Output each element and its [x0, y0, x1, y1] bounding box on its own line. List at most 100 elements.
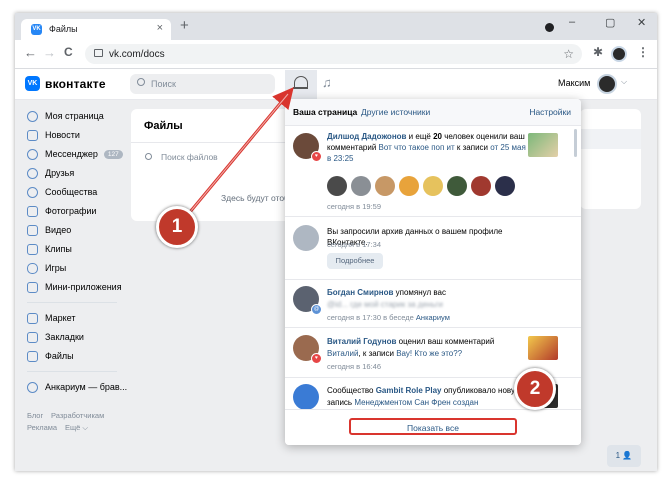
- browser-profile-avatar[interactable]: [611, 46, 627, 62]
- sidebar-item-label: Друзья: [45, 168, 75, 178]
- extensions-icon[interactable]: ✱: [593, 45, 603, 59]
- comment-link[interactable]: Вот что такое поп ит: [379, 143, 455, 152]
- notification-text: оценил ваш комментарий: [396, 337, 495, 346]
- sidebar-item-photos[interactable]: Фотографии: [27, 204, 96, 218]
- address-bar[interactable]: vk.com/docs ☆: [85, 44, 582, 64]
- notification-text: , к записи: [358, 349, 397, 358]
- liker-avatar[interactable]: [399, 176, 419, 196]
- footer-developers-link[interactable]: Разработчикам: [51, 411, 104, 420]
- shopping-bag-icon: [27, 312, 38, 324]
- reply-link[interactable]: Виталий: [327, 349, 358, 358]
- sidebar-item-label: Файлы: [45, 351, 74, 361]
- file-icon: [27, 350, 38, 362]
- post-link[interactable]: Менеджментом Сан Френ создан: [354, 398, 478, 407]
- chevron-down-icon[interactable]: ⌵: [621, 77, 627, 87]
- music-icon[interactable]: ♫: [322, 75, 332, 90]
- notification-author[interactable]: Богдан Смирнов: [327, 288, 393, 297]
- post-thumbnail[interactable]: [528, 133, 558, 157]
- sidebar-item-friends[interactable]: Друзья: [27, 166, 74, 180]
- notifications-button[interactable]: [285, 70, 317, 99]
- sidebar-item-communities[interactable]: Сообщества: [27, 185, 97, 199]
- notification-text: опубликовало новую: [441, 386, 521, 395]
- liker-avatar[interactable]: [423, 176, 443, 196]
- tab-bar: VK Файлы × + – ▢ ✕: [15, 13, 657, 40]
- filter-tab[interactable]: [580, 129, 641, 149]
- back-button[interactable]: ←: [24, 45, 37, 60]
- docs-search-input[interactable]: Поиск файлов: [161, 152, 218, 162]
- popup-scrollbar[interactable]: [574, 129, 577, 157]
- sidebar-item-news[interactable]: Новости: [27, 128, 80, 142]
- notification-author[interactable]: Виталий Годунов: [327, 337, 396, 346]
- tab-files[interactable]: VK Файлы ×: [21, 19, 171, 40]
- show-all-button[interactable]: Показать все: [349, 418, 517, 435]
- close-window-button[interactable]: ✕: [637, 16, 646, 29]
- tab-other-sources[interactable]: Другие источники: [361, 107, 430, 117]
- profile-dot-icon[interactable]: [545, 23, 554, 32]
- post-thumbnail[interactable]: [528, 336, 558, 360]
- notification-divider: [285, 216, 581, 217]
- details-button[interactable]: Подробнее: [327, 253, 383, 269]
- minimize-button[interactable]: –: [569, 16, 575, 28]
- friends-icon: [27, 167, 38, 179]
- reload-button[interactable]: C: [64, 45, 73, 59]
- new-tab-button[interactable]: +: [180, 17, 189, 34]
- annotation-marker-2: 2: [514, 368, 556, 410]
- sidebar-item-community-ankarium[interactable]: Анкариум — брав...: [27, 380, 127, 394]
- chat-button[interactable]: 1 👤: [607, 445, 641, 467]
- vk-site-name[interactable]: вконтакте: [45, 77, 106, 91]
- group-icon: [27, 381, 38, 393]
- maximize-button[interactable]: ▢: [605, 16, 615, 29]
- liker-avatar[interactable]: [447, 176, 467, 196]
- lock-icon: [94, 49, 103, 57]
- tab-your-page[interactable]: Ваша страница: [293, 107, 357, 117]
- apps-grid-icon: [27, 281, 38, 293]
- notification-divider: [285, 327, 581, 328]
- settings-link[interactable]: Настройки: [529, 107, 571, 117]
- liker-avatar[interactable]: [351, 176, 371, 196]
- vk-search-input[interactable]: Поиск: [130, 74, 275, 94]
- address-toolbar: ← → C vk.com/docs ☆ ✱ ⋮: [15, 40, 657, 69]
- liker-avatar[interactable]: [471, 176, 491, 196]
- sidebar-item-clips[interactable]: Клипы: [27, 242, 72, 256]
- post-link[interactable]: Вау! Кто же это??: [396, 349, 462, 358]
- sidebar-item-label: Сообщества: [45, 187, 98, 197]
- sidebar-item-video[interactable]: Видео: [27, 223, 71, 237]
- browser-menu-icon[interactable]: ⋮: [637, 45, 649, 59]
- forward-button[interactable]: →: [43, 45, 56, 60]
- mention-quote: @id... где мой старик за деньги: [327, 300, 443, 309]
- community-link[interactable]: Gambit Role Play: [376, 386, 442, 395]
- docs-title: Файлы: [144, 120, 183, 132]
- sidebar-item-label: Новости: [45, 130, 80, 140]
- sidebar-item-bookmarks[interactable]: Закладки: [27, 330, 84, 344]
- tab-title: Файлы: [49, 24, 78, 34]
- sidebar-item-market[interactable]: Маркет: [27, 311, 75, 325]
- sidebar-item-mini-apps[interactable]: Мини-приложения: [27, 280, 122, 294]
- sidebar-item-label: Фотографии: [45, 206, 97, 216]
- liker-avatar[interactable]: [495, 176, 515, 196]
- sidebar-item-games[interactable]: Игры: [27, 261, 66, 275]
- user-name[interactable]: Максим: [558, 78, 590, 88]
- sidebar-divider: [27, 371, 117, 372]
- notification-text: и ещё: [406, 132, 434, 141]
- chat-link[interactable]: Анкариум: [416, 313, 450, 322]
- notification-author[interactable]: Дилшод Дадожонов: [327, 132, 406, 141]
- footer-more-link[interactable]: Ещё ⌵: [65, 423, 88, 433]
- likes-count: 20: [433, 132, 442, 141]
- sidebar-item-files[interactable]: Файлы: [27, 349, 74, 363]
- browser-window: VK Файлы × + – ▢ ✕ ← → C vk.com/docs ☆ ✱…: [15, 13, 657, 471]
- footer-blog-link[interactable]: Блог: [27, 411, 43, 420]
- notification-text: упомянул вас: [393, 288, 446, 297]
- user-avatar[interactable]: [597, 74, 617, 94]
- sidebar-item-messenger[interactable]: Мессенджер 127: [27, 147, 123, 161]
- liker-avatar[interactable]: [327, 176, 347, 196]
- gamepad-icon: [27, 262, 38, 274]
- footer-ads-link[interactable]: Реклама: [27, 423, 57, 432]
- tab-close-icon[interactable]: ×: [157, 22, 163, 34]
- sidebar-item-my-page[interactable]: Моя страница: [27, 109, 104, 123]
- vk-logo-icon[interactable]: VK: [25, 76, 40, 91]
- community-avatar: [293, 384, 319, 410]
- bookmark-star-icon[interactable]: ☆: [563, 47, 574, 61]
- annotation-marker-1: 1: [156, 206, 198, 248]
- notification-text: Сообщество: [327, 386, 376, 395]
- liker-avatar[interactable]: [375, 176, 395, 196]
